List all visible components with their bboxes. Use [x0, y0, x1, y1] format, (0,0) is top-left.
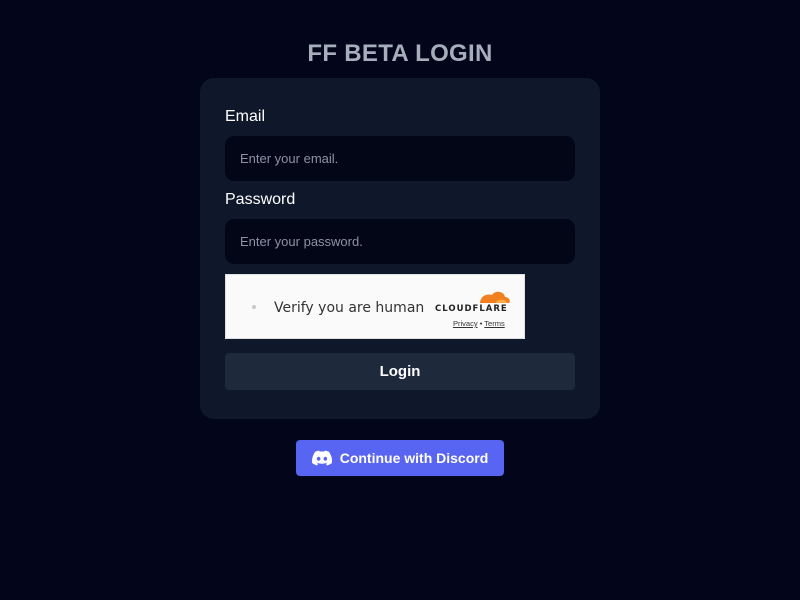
page-title: FF BETA LOGIN: [307, 40, 493, 67]
email-label: Email: [225, 108, 266, 125]
password-input[interactable]: [225, 219, 575, 264]
discord-icon: [311, 450, 332, 466]
login-button[interactable]: Login: [225, 353, 575, 390]
captcha-widget[interactable]: Verify you are human CLOUDFLARE Privacy …: [225, 274, 525, 339]
link-separator: •: [479, 319, 483, 328]
privacy-link[interactable]: Privacy: [453, 319, 478, 328]
terms-link[interactable]: Terms: [484, 319, 504, 328]
captcha-links: Privacy • Terms: [453, 319, 505, 328]
email-input[interactable]: [225, 136, 575, 181]
login-card: Email Password Verify you are human CLOU…: [200, 78, 600, 419]
captcha-spinner-icon: [252, 305, 256, 309]
discord-button-label: Continue with Discord: [339, 450, 489, 466]
login-page: FF BETA LOGIN Email Password Verify you …: [0, 0, 800, 600]
captcha-verify-text: Verify you are human: [274, 300, 425, 316]
cloudflare-brand: CLOUDFLARE: [435, 304, 508, 314]
password-label: Password: [225, 191, 296, 208]
discord-login-button[interactable]: Continue with Discord: [296, 440, 504, 476]
